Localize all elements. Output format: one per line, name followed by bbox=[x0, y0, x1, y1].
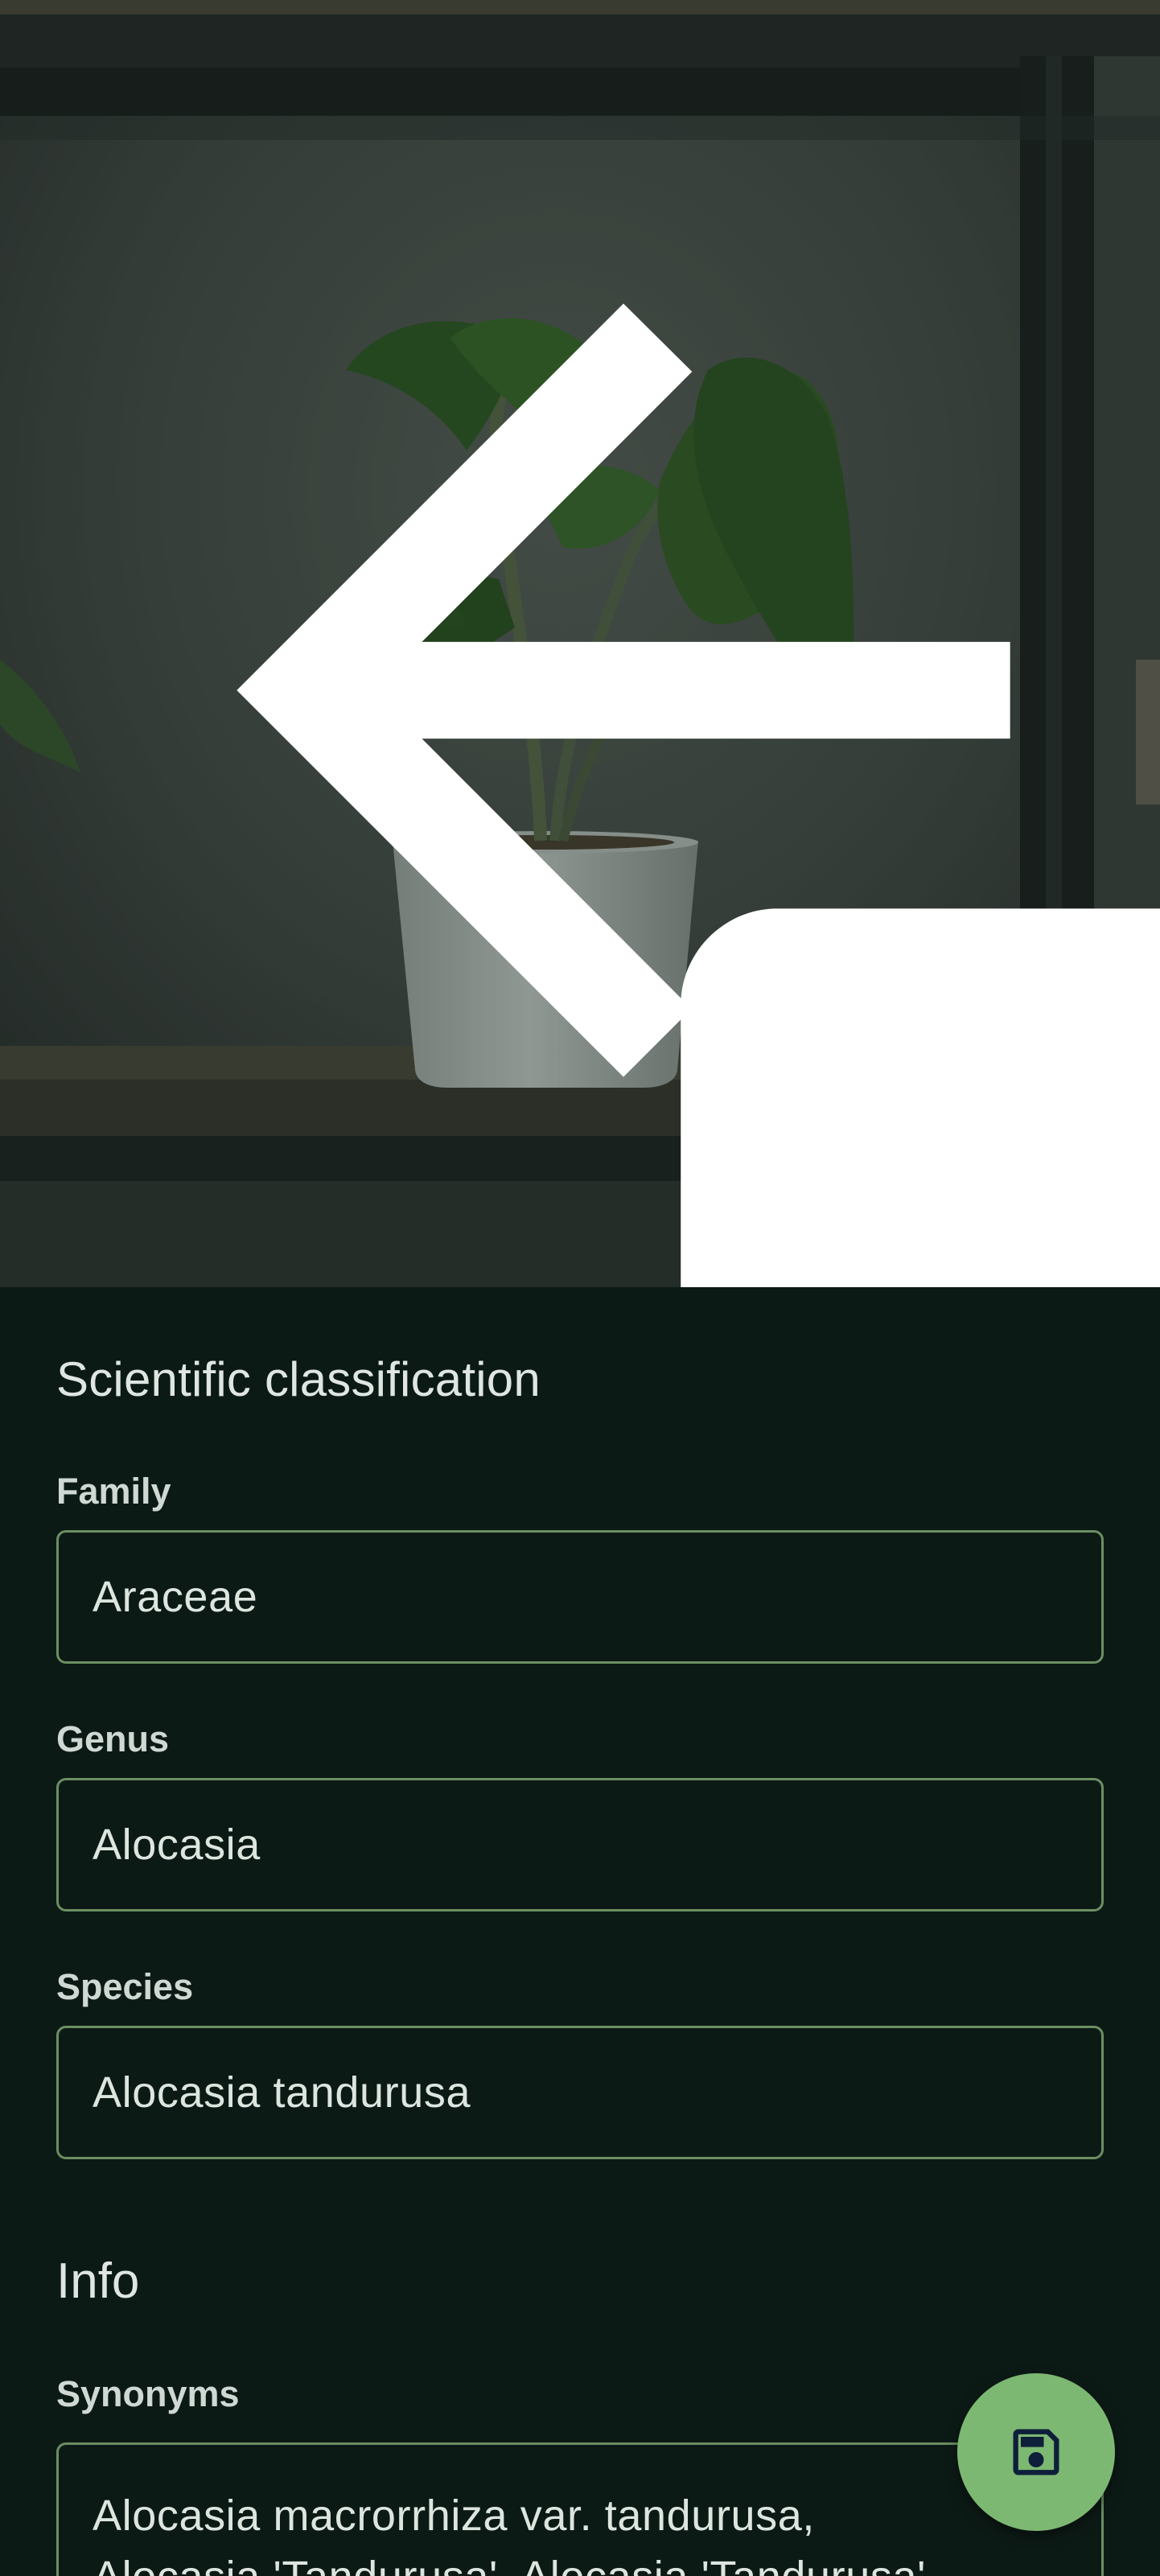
genus-field[interactable]: Alocasia bbox=[56, 1778, 1104, 1911]
species-field[interactable]: Alocasia tandurusa bbox=[56, 2026, 1104, 2159]
family-field[interactable]: Araceae bbox=[56, 1530, 1104, 1664]
synonyms-label: Synonyms bbox=[56, 2373, 240, 2414]
classification-section-title: Scientific classification bbox=[56, 1352, 541, 1406]
save-icon bbox=[1013, 2429, 1059, 2475]
genus-label: Genus bbox=[56, 1718, 170, 1759]
synonyms-line-1: Alocasia macrorrhiza var. tandurusa, bbox=[93, 2492, 815, 2540]
info-section-title: Info bbox=[56, 2253, 140, 2309]
family-value: Araceae bbox=[93, 1573, 258, 1621]
synonyms-line-2: Alocasia 'Tandurusa', Alocasia 'Tandurus… bbox=[93, 2546, 926, 2576]
species-value: Alocasia tandurusa bbox=[93, 2068, 471, 2117]
save-button[interactable] bbox=[957, 2373, 1115, 2531]
species-label: Species bbox=[56, 1966, 194, 2007]
details-content: Scientific classification Family Araceae… bbox=[0, 1287, 1160, 2576]
add-photo-icon bbox=[681, 908, 1160, 1287]
back-button[interactable] bbox=[43, 47, 1010, 1077]
plant-detail-screen: Scientific classification Family Araceae… bbox=[0, 0, 1160, 2576]
add-photo-button[interactable] bbox=[536, 603, 1160, 1287]
family-label: Family bbox=[56, 1471, 171, 1512]
genus-value: Alocasia bbox=[93, 1821, 261, 1869]
plant-photo bbox=[0, 0, 1160, 1287]
synonyms-value: Alocasia macrorrhiza var. tandurusa, Alo… bbox=[93, 2485, 926, 2576]
synonyms-field[interactable]: Alocasia macrorrhiza var. tandurusa, Alo… bbox=[56, 2442, 1104, 2576]
